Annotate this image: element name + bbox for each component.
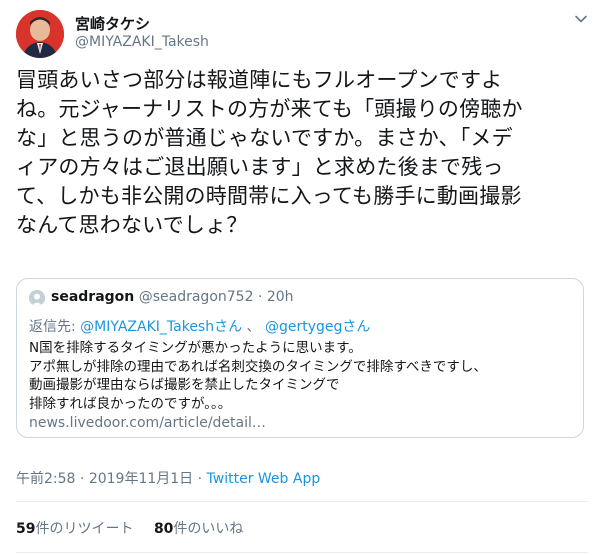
tweet-line: なんて思わないでしょ？	[16, 213, 248, 237]
timestamp-separator: ·	[193, 471, 207, 487]
divider	[16, 552, 588, 553]
tweet-line: ィアの方々はご退出願います」と求めた後まで残っ	[16, 155, 504, 179]
tweet-line: ね。元ジャーナリストの方が来ても「頭撮りの傍聴か	[16, 97, 523, 121]
divider	[16, 501, 588, 502]
reply-mention-1[interactable]: @MIYAZAKI_Takeshさん	[80, 319, 242, 335]
avatar-image	[16, 10, 64, 58]
tweet-timestamp: 午前2:58 · 2019年11月1日 · Twitter Web App	[16, 468, 320, 488]
quoted-text: N国を排除するタイミングが悪かったように思います。 アポ無しが排除の理由であれば…	[29, 339, 487, 413]
author-name[interactable]: 宮崎タケシ	[75, 13, 150, 34]
quoted-author-name[interactable]: seadragon	[51, 289, 134, 305]
tweet-date[interactable]: 2019年11月1日	[89, 471, 193, 487]
tweet-line: 冒頭あいさつ部分は報道陣にもフルオープンですよ	[16, 68, 503, 92]
chevron-down-icon-glyph	[575, 15, 587, 23]
quoted-author-handle[interactable]: @seadragon752	[139, 289, 254, 305]
likes-count: 80	[153, 521, 174, 537]
avatar[interactable]	[16, 10, 64, 58]
quoted-header: seadragon @seadragon752 · 20h	[51, 289, 294, 305]
tweet-line: な」と思うのが普通じゃないですか。まさか、「メデ	[16, 126, 513, 150]
default-avatar-icon	[29, 290, 45, 306]
reply-separator: 、	[242, 319, 266, 335]
retweets-count: 59	[16, 521, 36, 537]
quoted-line: 動画撮影が理由ならば撮影を禁止したタイミングで	[29, 377, 340, 393]
chevron-down-icon[interactable]	[572, 12, 590, 30]
reply-prefix: 返信先:	[29, 319, 81, 335]
quoted-tweet[interactable]: seadragon @seadragon752 · 20h 返信先: @MIYA…	[16, 278, 584, 438]
tweet-line: て、しかも非公開の時間帯に入っても勝手に動画撮影	[16, 184, 522, 208]
retweets-stat[interactable]: 59件のリツイート	[16, 521, 133, 537]
retweets-label: 件のリツイート	[35, 521, 134, 537]
quoted-reply-context: 返信先: @MIYAZAKI_Takeshさん 、 @gertygegさん	[29, 316, 370, 336]
quoted-age[interactable]: 20h	[267, 289, 294, 305]
quoted-line: アポ無しが排除の理由であれば名刺交換のタイミングで排除すべきですし、	[29, 358, 487, 375]
tweet-stats: 59件のリツイート 80件のいいね	[16, 518, 259, 538]
author-handle[interactable]: @MIYAZAKI_Takesh	[75, 34, 209, 50]
quoted-avatar[interactable]	[29, 290, 45, 306]
quoted-link[interactable]: news.livedoor.com/article/detail…	[29, 415, 266, 431]
source-app-link[interactable]: Twitter Web App	[207, 471, 321, 487]
likes-label: 件のいいね	[173, 521, 244, 537]
timestamp-separator: ·	[75, 471, 89, 487]
quoted-line: N国を排除するタイミングが悪かったように思います。	[29, 340, 362, 356]
quoted-separator: ·	[257, 289, 263, 305]
tweet-time[interactable]: 午前2:58	[16, 471, 75, 487]
quoted-line: 排除すれば良かったのですが。。。	[29, 395, 232, 412]
reply-mention-2[interactable]: @gertygegさん	[265, 319, 370, 335]
likes-stat[interactable]: 80件のいいね	[154, 521, 243, 537]
tweet-text: 冒頭あいさつ部分は報道陣にもフルオープンですよ ね。元ジャーナリストの方が来ても…	[16, 66, 588, 240]
